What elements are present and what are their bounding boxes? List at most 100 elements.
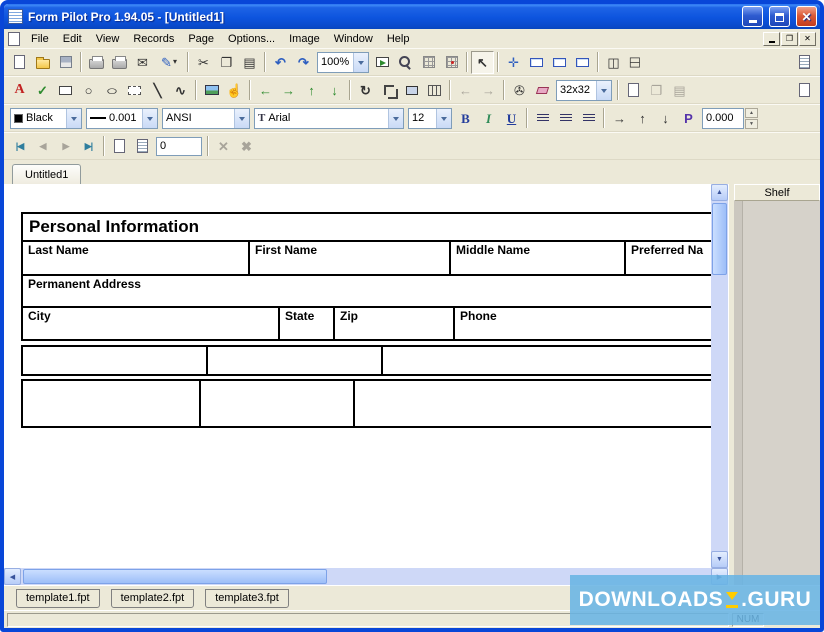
zoom-dropdown-button[interactable] <box>353 52 368 72</box>
attach-button[interactable]: ✇ <box>508 79 531 102</box>
menu-help[interactable]: Help <box>380 31 417 47</box>
export-button[interactable] <box>622 79 645 102</box>
check-tool-button[interactable]: ✓ <box>31 79 54 102</box>
font-size-combo[interactable]: 12 <box>408 107 452 129</box>
align-center-button[interactable] <box>554 107 577 130</box>
align-fields-vertical-button[interactable]: ◫ <box>625 51 648 74</box>
shelf-header[interactable]: Shelf <box>734 184 820 201</box>
move-field-button[interactable]: ✛ <box>502 51 525 74</box>
fit-page-button[interactable] <box>371 51 394 74</box>
duplicate-record-button[interactable] <box>131 135 154 158</box>
paste-button[interactable]: ▤ <box>238 51 261 74</box>
raise-text-button[interactable]: ↑ <box>631 107 654 130</box>
bold-button[interactable]: B <box>454 107 477 130</box>
underline-button[interactable]: U <box>500 107 523 130</box>
color-dropdown-button[interactable] <box>66 108 81 128</box>
lower-text-button[interactable]: ↓ <box>654 107 677 130</box>
shelf-body[interactable] <box>734 201 820 585</box>
back-button[interactable]: ← <box>454 79 477 102</box>
snap-grid-button[interactable] <box>440 51 463 74</box>
redo-button[interactable]: ↷ <box>292 51 315 74</box>
nudge-up-button[interactable]: ↑ <box>300 79 323 102</box>
menu-view[interactable]: View <box>89 31 127 47</box>
new-record-button[interactable] <box>108 135 131 158</box>
grid-button[interactable] <box>417 51 440 74</box>
scroll-left-button[interactable]: ◀ <box>4 568 21 585</box>
document-tab[interactable]: Untitled1 <box>12 164 82 184</box>
menu-page[interactable]: Page <box>181 31 221 47</box>
nudge-down-button[interactable]: ↓ <box>323 79 346 102</box>
text-direction-button[interactable]: → <box>608 107 631 130</box>
text-field-button[interactable] <box>525 51 548 74</box>
line-tool-button[interactable]: ╲ <box>146 79 169 102</box>
fill-rect-button[interactable] <box>400 79 423 102</box>
nudge-right-button[interactable]: → <box>277 79 300 102</box>
print-button[interactable] <box>85 51 108 74</box>
copy-button[interactable]: ❐ <box>215 51 238 74</box>
page-setup-button[interactable] <box>793 79 816 102</box>
forward-button[interactable]: → <box>477 79 500 102</box>
pan-tool-button[interactable]: ☝ <box>223 79 246 102</box>
region-select-button[interactable] <box>123 79 146 102</box>
menu-image[interactable]: Image <box>282 31 327 47</box>
spinner-up-button[interactable]: ▲ <box>745 107 758 118</box>
spinner-down-button[interactable]: ▼ <box>745 118 758 129</box>
menu-records[interactable]: Records <box>126 31 181 47</box>
mdi-restore-button[interactable]: ❐ <box>781 31 798 46</box>
line-width-dropdown-button[interactable] <box>142 108 157 128</box>
open-button[interactable] <box>31 51 54 74</box>
first-record-button[interactable]: |◀ <box>8 135 31 158</box>
menu-window[interactable]: Window <box>327 31 380 47</box>
document-canvas[interactable]: Personal Information Last Name First Nam… <box>4 184 711 568</box>
form-settings-button[interactable] <box>793 51 816 74</box>
font-dropdown-button[interactable] <box>388 108 403 128</box>
menu-edit[interactable]: Edit <box>56 31 89 47</box>
scroll-down-button[interactable]: ▼ <box>711 551 728 568</box>
ellipse-tool-button[interactable]: ○ <box>100 79 123 102</box>
vertical-scrollbar[interactable]: ▲ ▼ <box>711 184 728 568</box>
menu-file[interactable]: File <box>24 31 56 47</box>
stamp-size-combo[interactable]: 32x32 <box>556 79 612 101</box>
vertical-scroll-track[interactable] <box>711 201 728 551</box>
image-tool-button[interactable] <box>200 79 223 102</box>
record-number-input[interactable] <box>156 136 202 156</box>
charset-combo[interactable]: ANSI <box>162 107 250 129</box>
print-preview-button[interactable] <box>108 51 131 74</box>
curve-tool-button[interactable]: ∿ <box>169 79 192 102</box>
eraser-button[interactable] <box>531 79 554 102</box>
minimize-button[interactable] <box>742 6 763 27</box>
zoom-tool-button[interactable] <box>394 51 417 74</box>
vertical-scroll-thumb[interactable] <box>712 203 727 275</box>
paragraph-button[interactable]: P <box>677 107 700 130</box>
paste-in-button[interactable]: ▤ <box>668 79 691 102</box>
spacing-spinner[interactable]: 0.000 ▲ ▼ <box>702 107 758 129</box>
menu-options[interactable]: Options... <box>221 31 282 47</box>
stamp-size-dropdown-button[interactable] <box>596 80 611 100</box>
copy-out-button[interactable]: ❐ <box>645 79 668 102</box>
color-combo[interactable]: Black <box>10 107 82 129</box>
edit-field-button[interactable] <box>548 51 571 74</box>
rotate-button[interactable]: ↻ <box>354 79 377 102</box>
pen-tool-button[interactable]: ✎ ▾ <box>154 51 184 74</box>
delete-all-records-button[interactable]: ✖ <box>235 135 258 158</box>
horizontal-scroll-thumb[interactable] <box>23 569 327 584</box>
align-right-button[interactable] <box>577 107 600 130</box>
italic-button[interactable]: I <box>477 107 500 130</box>
new-document-button[interactable] <box>8 51 31 74</box>
text-tool-button[interactable]: A <box>8 79 31 102</box>
crop-button[interactable] <box>377 79 400 102</box>
last-record-button[interactable]: ▶| <box>77 135 100 158</box>
columns-button[interactable] <box>423 79 446 102</box>
line-width-combo[interactable]: 0.001 <box>86 107 158 129</box>
email-button[interactable]: ✉ <box>131 51 154 74</box>
pointer-tool-button[interactable]: ↖ <box>471 50 494 74</box>
save-button[interactable] <box>54 51 77 74</box>
delete-record-button[interactable]: ✕ <box>212 135 235 158</box>
mdi-close-button[interactable]: ✕ <box>799 31 816 46</box>
list-field-button[interactable] <box>571 51 594 74</box>
undo-button[interactable]: ↶ <box>269 51 292 74</box>
circle-tool-button[interactable]: ○ <box>77 79 100 102</box>
align-fields-horizontal-button[interactable]: ◫ <box>602 51 625 74</box>
nudge-left-button[interactable]: ← <box>254 79 277 102</box>
font-size-dropdown-button[interactable] <box>436 108 451 128</box>
